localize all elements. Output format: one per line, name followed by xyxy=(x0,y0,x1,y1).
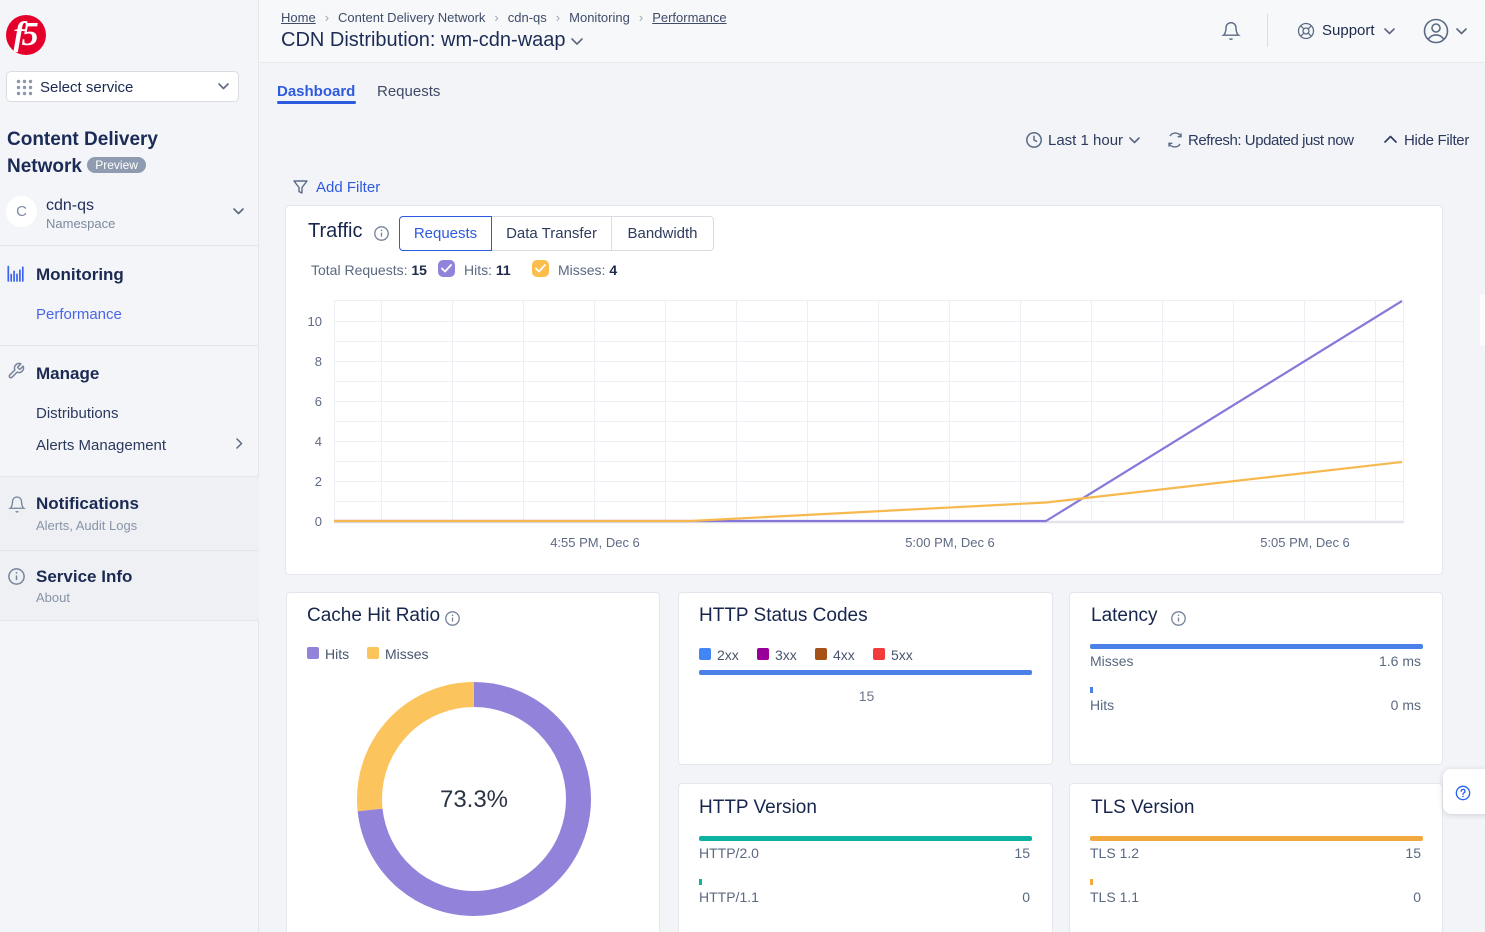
svg-text:8: 8 xyxy=(315,354,322,369)
svg-text:4: 4 xyxy=(315,434,322,449)
svg-text:10: 10 xyxy=(308,314,322,329)
svg-text:0: 0 xyxy=(315,514,322,529)
svg-text:2: 2 xyxy=(315,474,322,489)
svg-text:5:00 PM, Dec 6: 5:00 PM, Dec 6 xyxy=(905,535,995,550)
svg-text:6: 6 xyxy=(315,394,322,409)
svg-text:5:05 PM, Dec 6: 5:05 PM, Dec 6 xyxy=(1260,535,1350,550)
svg-text:4:55 PM, Dec 6: 4:55 PM, Dec 6 xyxy=(550,535,640,550)
